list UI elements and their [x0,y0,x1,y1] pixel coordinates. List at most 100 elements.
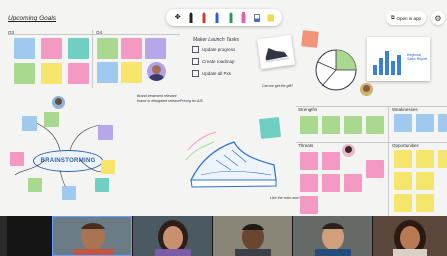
sticky-note[interactable] [259,117,281,139]
participant-avatar [213,216,292,256]
open-in-app-label: Open in app [396,15,422,21]
sticky-note[interactable] [344,174,362,192]
sticky-note[interactable] [101,160,115,174]
sticky-note[interactable] [145,38,166,59]
threats-label: Threats [298,143,314,148]
weaknesses-label: Weaknesses [392,107,418,112]
task-label: Update progress [202,47,236,52]
task-item[interactable]: Update all Pxs [192,70,231,77]
sneaker-photo-card[interactable] [257,34,295,70]
sticky-note[interactable] [300,116,318,134]
participant-video-tile[interactable] [293,216,372,256]
sticky-note[interactable] [10,152,24,166]
sticky-note[interactable] [300,152,318,170]
avatar [342,144,355,157]
swot-divider-v [388,106,389,216]
sticky-note[interactable] [68,63,89,84]
participant-avatar [53,217,131,255]
sticky-note[interactable] [41,38,62,59]
pen-green-icon[interactable] [227,12,234,23]
strengths-label: Strengths [298,107,318,112]
pen-blue-icon[interactable] [214,12,221,23]
quadrant-divider [92,30,93,88]
sticky-note[interactable] [62,186,76,200]
sticky-note[interactable] [121,62,142,83]
sticky-note[interactable] [438,150,447,168]
sticky-note[interactable] [121,38,142,59]
settings-icon[interactable]: ⚙ [431,11,445,25]
sticky-note[interactable] [394,172,412,190]
sticky-note[interactable] [416,194,434,212]
highlighter-icon[interactable] [240,12,247,23]
participant-avatar [133,216,212,256]
swot-divider-h-mid [296,142,447,143]
checkbox[interactable] [192,70,199,77]
sticky-note[interactable] [95,178,109,192]
inking-toolbar: ✥ [166,9,282,26]
brand-note: Brand treatment relevant brand or elonga… [137,94,180,103]
pen-red-icon[interactable] [201,12,208,23]
sticky-note[interactable] [98,125,113,140]
open-in-app-button[interactable]: ⧉ Open in app [386,11,426,25]
sticky-note[interactable] [394,194,412,212]
eraser-icon[interactable] [254,12,261,23]
mind-map-lines [14,119,111,193]
board-title: Upcoming Goals [8,15,57,22]
sticky-note[interactable] [366,160,384,178]
swot-divider-h-top [296,106,447,107]
sticky-note[interactable] [438,114,447,132]
sticky-note[interactable] [14,63,35,84]
sticky-note[interactable] [14,38,35,59]
sticky-note[interactable] [322,174,340,192]
task-item[interactable]: Update progress [192,46,235,53]
participant-video-tile[interactable] [213,216,292,256]
avatar [147,62,166,81]
bar-chart-icon [373,51,401,75]
whiteboard-canvas[interactable]: Upcoming Goals Q3 Q4 ✥ ⧉ Open in app ⚙ M… [0,0,447,216]
participant-avatar [293,216,372,256]
open-app-icon: ⧉ [390,15,395,21]
chart-card-title: Regional Sales Report [407,53,428,62]
pen-black-icon[interactable] [187,12,194,23]
sticky-note[interactable] [97,62,118,83]
whiteboard-app: Upcoming Goals Q3 Q4 ✥ ⧉ Open in app ⚙ M… [0,0,447,256]
sticky-note[interactable] [344,116,362,134]
select-icon[interactable]: ✥ [174,12,181,23]
quadrant-divider-h [8,34,180,35]
sticky-note[interactable] [322,116,340,134]
sticky-note[interactable] [22,116,37,131]
avatar [360,83,373,96]
checkbox[interactable] [192,46,199,53]
sticky-note[interactable] [300,196,318,214]
sticky-note[interactable] [322,152,340,170]
sticky-note[interactable] [416,114,434,132]
pie-chart-sketch[interactable] [312,46,360,94]
checkbox[interactable] [192,58,199,65]
video-tile-edge [0,216,7,256]
sticky-note[interactable] [97,38,118,59]
participant-video-tile[interactable] [373,216,447,256]
opportunities-label: Opportunities [392,143,419,148]
sticky-note[interactable] [416,172,434,190]
task-item[interactable]: Create roadmap [192,58,235,65]
sneaker-caption: Can we get the gift? [262,84,294,88]
tasks-title: Maker Launch Tasks [193,37,239,43]
chart-card[interactable]: Regional Sales Report [367,37,430,81]
sticky-note[interactable] [394,114,412,132]
sticky-note[interactable] [28,178,42,192]
sticky-note[interactable] [68,38,89,59]
sticky-note[interactable] [300,174,318,192]
sticky-note[interactable] [366,116,384,134]
sticky-note[interactable] [394,150,412,168]
participant-video-tile[interactable] [52,216,132,256]
participant-video-tile[interactable] [133,216,212,256]
task-label: Create roadmap [202,59,235,64]
sticky-note[interactable] [41,63,62,84]
sticky-note[interactable] [416,150,434,168]
sticky-note-icon[interactable] [267,12,274,23]
pricing-note: Pricing for AIS [180,99,203,103]
participant-avatar [373,216,447,256]
task-label: Update all Pxs [202,71,232,76]
sticky-note[interactable] [44,112,59,127]
sneaker-icon [265,48,290,63]
